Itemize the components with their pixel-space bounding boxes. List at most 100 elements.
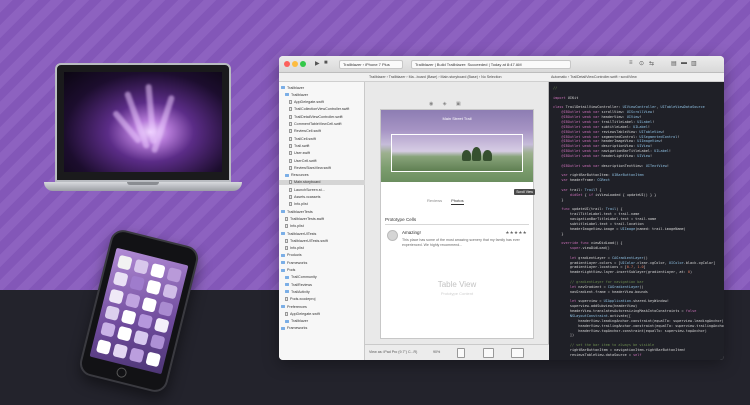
code-token: ! (662, 129, 665, 134)
navigator-item-label: TrailblazerTests (287, 209, 313, 214)
code-editor[interactable]: //import UIKit class TrailDetailViewContr… (549, 82, 724, 360)
navigator-item[interactable]: Trailblazer (279, 85, 365, 90)
phone-home-screen (89, 247, 189, 375)
navigator-item[interactable]: Trailblazer (279, 319, 365, 324)
navigator-item[interactable]: ReviewCell.swift (279, 129, 365, 134)
navigator-item[interactable]: Products (279, 253, 365, 258)
navigator-item[interactable]: Pods (279, 268, 365, 273)
navigator-item[interactable]: TrailblazerUITests (279, 231, 365, 236)
app-icon (100, 321, 116, 338)
file-icon (289, 202, 292, 207)
code-token: ! (652, 119, 655, 124)
navigator-item[interactable]: AppDelegate.swift (279, 311, 365, 316)
navigator-item[interactable]: CommentTableViewCell.swift (279, 122, 365, 127)
navigator-item[interactable]: Main.storyboard (279, 179, 365, 185)
inspector-toggle-icon[interactable]: ▥ (691, 60, 697, 67)
segmented-control[interactable]: Reviews Photos (427, 198, 473, 205)
navigator-item[interactable]: AppDelegate.swift (279, 100, 365, 105)
app-icon (128, 347, 145, 363)
code-token: @IBOutlet weak var (553, 153, 600, 158)
navigator-item[interactable]: Info.plist (279, 246, 365, 251)
code-token: @IBOutlet weak var (553, 124, 600, 129)
navigator-item[interactable]: Info.plist (279, 202, 365, 207)
avatar (387, 230, 398, 241)
play-icon[interactable]: ▶ (315, 60, 320, 67)
zoom-window-button[interactable] (300, 61, 306, 67)
device-ipad-pro-icon[interactable] (511, 348, 524, 358)
app-icon (108, 288, 125, 305)
navigator-item[interactable]: Trail.swift (279, 143, 365, 148)
file-icon (289, 114, 292, 119)
navigator-toggle-icon[interactable]: ▤ (671, 60, 677, 67)
navigator-item-label: TrailblazerTests.swift (290, 216, 325, 221)
navigator-item[interactable]: TrailCommunity (279, 275, 365, 280)
jump-bar-left[interactable]: Trailblazer › Trailblazer › Ma...board (… (369, 75, 501, 79)
navigator-item[interactable]: Preferences (279, 304, 365, 309)
tab-reviews[interactable]: Reviews (427, 198, 442, 203)
navigator-item[interactable]: TrailblazerTests.swift (279, 216, 365, 221)
navigator-item[interactable]: TrailActivity (279, 289, 365, 294)
folder-icon (281, 326, 285, 330)
code-token: UISegmentedControl (639, 134, 678, 139)
navigator-item[interactable]: TrailblazerUITests.swift (279, 238, 365, 243)
navigator-item[interactable]: Trailblazer (279, 92, 365, 97)
navigator-item-label: Preferences (287, 304, 307, 309)
file-icon (289, 143, 292, 148)
code-line: // (553, 86, 557, 91)
code-token: UIKit (565, 95, 579, 100)
code-token: trailTitleLabel (599, 119, 634, 124)
scheme-selector[interactable]: Trailblazer › iPhone 7 Plus (339, 60, 403, 69)
navigator-item[interactable]: Frameworks (279, 260, 365, 265)
navigator-item[interactable]: Frameworks (279, 326, 365, 331)
code-token: CAGradientLayer (612, 255, 644, 260)
navigator-item[interactable]: ReviewStarsView.swift (279, 165, 365, 170)
view-as-label[interactable]: View as: iPad Pro (9.7") C...R) (369, 350, 417, 354)
app-icon (153, 317, 170, 334)
navigator-item[interactable]: LaunchScreen.st... (279, 187, 365, 192)
navigator-item[interactable]: Assets.xcassets (279, 195, 365, 200)
code-token: trail (590, 207, 602, 212)
navigator-item[interactable]: User.swift (279, 151, 365, 156)
navigator-item-label: Info.plist (290, 224, 304, 229)
navigator-item[interactable]: Info.plist (279, 224, 365, 229)
file-icon (289, 136, 292, 141)
laptop-illustration (55, 63, 231, 182)
code-token: ) (689, 270, 693, 275)
device-ipad-icon[interactable] (483, 348, 494, 358)
navigator-item[interactable]: Pods.xcodeproj (279, 297, 365, 302)
code-token: gradientLayer.colors = [ (553, 260, 621, 265)
code-token: viewDidLoad() { (588, 241, 623, 246)
device-iphone-icon[interactable] (457, 348, 465, 358)
folder-icon (281, 268, 285, 272)
stop-icon[interactable]: ■ (324, 60, 328, 66)
navigator-item[interactable]: Resources (279, 173, 365, 178)
tab-photos[interactable]: Photos (451, 198, 464, 205)
code-line: var headerFrame: CGRect (553, 178, 610, 183)
navigator-item[interactable]: TrailReviews (279, 282, 365, 287)
assistant-editor-icon[interactable]: ⊙ (639, 60, 644, 67)
view-controller-scene[interactable]: Main Street Trail Scroll View Reviews Pho… (381, 110, 535, 338)
standard-editor-icon[interactable]: ≡ (629, 60, 633, 66)
code-token: UIView (637, 144, 650, 149)
scene-dock-icons[interactable]: ◉ ◈ ▣ (429, 101, 465, 107)
close-window-button[interactable] (284, 61, 290, 67)
code-line: ]) (553, 333, 574, 338)
code-token: ! (649, 144, 653, 149)
laptop-notch (127, 182, 159, 185)
navigator-item[interactable]: TrailCell.swift (279, 136, 365, 141)
zoom-level[interactable]: 90% (433, 350, 440, 354)
app-icon (116, 326, 133, 342)
jump-bar-right[interactable]: Automatic › TrailDetailViewController.sw… (551, 75, 637, 79)
navigator-item-label: Assets.xcassets (294, 195, 321, 199)
header-image-view[interactable] (391, 134, 523, 172)
navigator-item[interactable]: TrailCollectionViewController.swift (279, 107, 365, 112)
minimize-window-button[interactable] (292, 61, 298, 67)
debug-toggle-icon[interactable]: ▬ (681, 60, 687, 66)
navigator-item[interactable]: UserCell.swift (279, 158, 365, 163)
navigator-item[interactable]: TrailDetailViewController.swift (279, 114, 365, 119)
code-token: @IBOutlet weak var (553, 163, 600, 168)
code-token: UIImage (620, 226, 636, 231)
navigator-item[interactable]: TrailblazerTests (279, 209, 365, 214)
version-editor-icon[interactable]: ⇆ (649, 60, 654, 67)
code-token: let (553, 299, 577, 304)
